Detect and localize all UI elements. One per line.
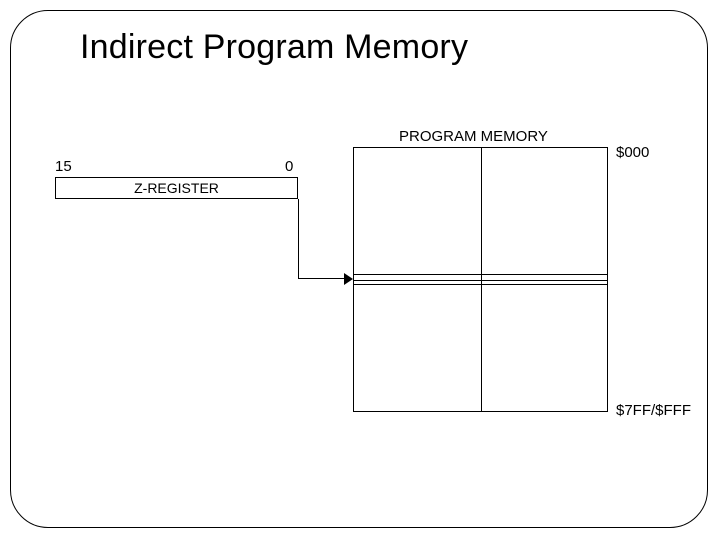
z-register-box: Z-REGISTER [55, 177, 298, 199]
memory-horizontal-divider [354, 280, 607, 281]
slide-title: Indirect Program Memory [80, 28, 468, 67]
memory-end-address: $7FF/$FFF [616, 402, 691, 419]
pointer-arrowhead-icon [344, 273, 353, 285]
pointer-line-horizontal [298, 278, 350, 279]
program-memory-label: PROGRAM MEMORY [399, 128, 548, 145]
memory-pointer-slot-bottom [353, 284, 608, 285]
program-memory-box [353, 147, 608, 412]
register-low-bit-label: 0 [285, 158, 293, 175]
memory-start-address: $000 [616, 144, 649, 161]
pointer-line-vertical [298, 199, 299, 279]
memory-pointer-slot-top [353, 274, 608, 275]
register-high-bit-label: 15 [55, 158, 72, 175]
